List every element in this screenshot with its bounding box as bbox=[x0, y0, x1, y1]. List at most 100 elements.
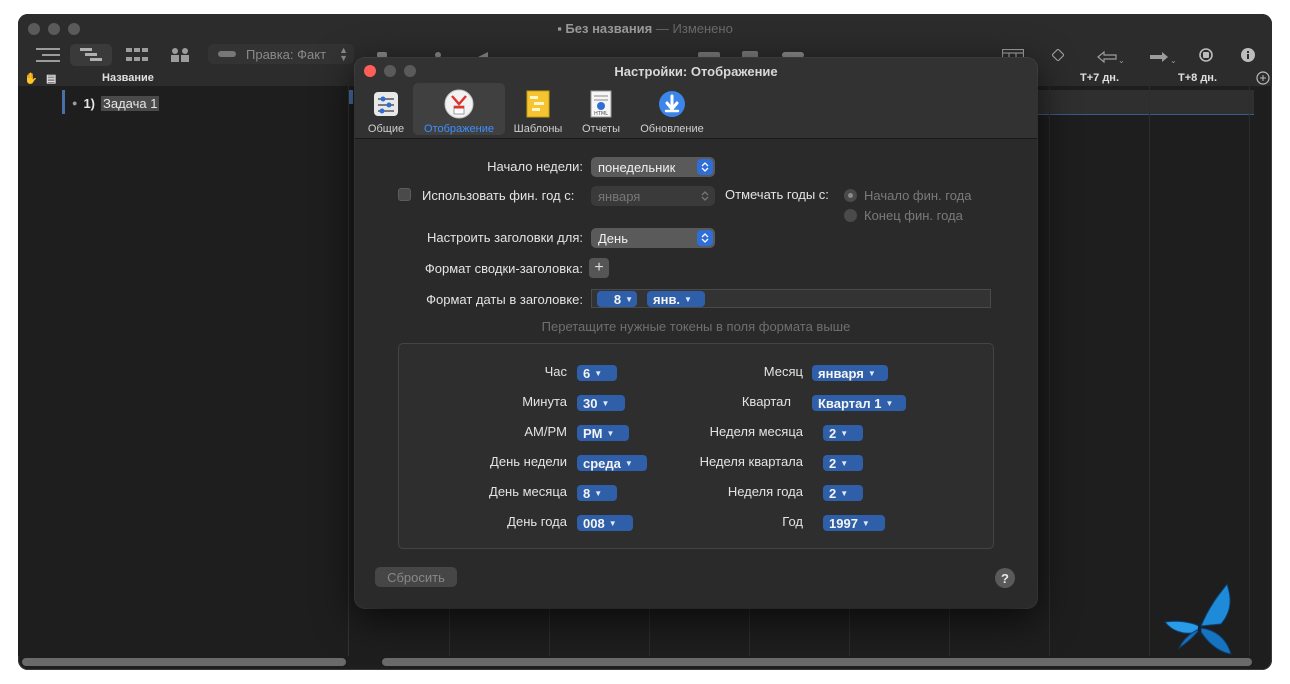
reset-button[interactable]: Сбросить bbox=[375, 567, 457, 587]
gantt-view-icon[interactable] bbox=[70, 44, 112, 66]
gantt-header-day-8: T+8 дн. bbox=[1178, 72, 1217, 84]
outline-view-icon[interactable] bbox=[32, 44, 64, 66]
row-bullet-icon: ● bbox=[72, 98, 78, 108]
token-label-month: Месяц bbox=[763, 364, 803, 379]
window-status: Изменено bbox=[672, 21, 733, 36]
row-selection-bar bbox=[62, 90, 65, 114]
popup-arrows-icon bbox=[697, 159, 713, 175]
date-format-token-day[interactable]: 8 ▼ bbox=[597, 291, 637, 307]
fiscal-year-checkbox[interactable] bbox=[398, 188, 411, 201]
row-highlight bbox=[1035, 90, 1254, 115]
help-button[interactable]: ? bbox=[995, 568, 1015, 588]
tab-update[interactable]: Обновление bbox=[635, 83, 709, 135]
chevron-down-icon: ▼ bbox=[861, 518, 870, 528]
network-view-icon[interactable] bbox=[118, 44, 156, 66]
week-start-popup[interactable]: понедельник bbox=[591, 157, 715, 177]
token-hour[interactable]: 6 ▼ bbox=[577, 365, 617, 381]
chevron-down-icon: ▼ bbox=[840, 458, 849, 468]
outline-scrollbar[interactable] bbox=[22, 658, 346, 666]
token-label-weekday: День недели bbox=[490, 454, 567, 469]
token-minute[interactable]: 30 ▼ bbox=[577, 395, 625, 411]
token-label-ampm: AM/PM bbox=[524, 424, 567, 439]
edit-mode-icon bbox=[218, 51, 236, 57]
svg-text:⌄: ⌄ bbox=[1118, 56, 1124, 63]
token-label-quarter: Квартал bbox=[741, 394, 791, 409]
outdent-icon[interactable]: ⌄ bbox=[1094, 44, 1126, 66]
tab-display[interactable]: Отображение bbox=[413, 83, 505, 135]
popup-arrows-icon bbox=[697, 230, 713, 246]
date-format-token-month[interactable]: янв. ▼ bbox=[647, 291, 705, 307]
drag-handle-icon: ✋ bbox=[24, 73, 38, 85]
window-title: ▪ Без названия — Изменено bbox=[557, 21, 733, 36]
token-label-week-of-month: Неделя месяца bbox=[709, 424, 803, 439]
fiscal-start-radio[interactable] bbox=[844, 189, 857, 202]
zoom-in-icon[interactable] bbox=[1256, 71, 1270, 85]
dialog-title: Настройки: Отображение bbox=[614, 64, 778, 79]
popup-arrows-icon bbox=[697, 188, 713, 204]
preferences-dialog: Настройки: Отображение Общие Отображение… bbox=[355, 58, 1037, 608]
token-week-of-month[interactable]: 2 ▼ bbox=[823, 425, 863, 441]
token-label-hour: Час bbox=[544, 364, 567, 379]
chevron-down-icon: ▼ bbox=[684, 294, 692, 304]
info-icon[interactable] bbox=[1238, 44, 1258, 66]
chevron-down-icon: ▼ bbox=[840, 428, 849, 438]
gantt-scrollbar[interactable] bbox=[382, 658, 1252, 666]
chevron-down-icon: ▼ bbox=[606, 428, 615, 438]
chevron-down-icon: ▼ bbox=[594, 488, 603, 498]
table-row[interactable]: ● 1) Задача 1 bbox=[72, 94, 160, 112]
chevron-down-icon: ▼ bbox=[840, 488, 849, 498]
task-name[interactable]: Задача 1 bbox=[101, 95, 160, 111]
headers-for-popup[interactable]: День bbox=[591, 228, 715, 248]
tab-general[interactable]: Общие bbox=[359, 83, 413, 135]
templates-icon bbox=[523, 89, 553, 119]
token-palette: Час 6 ▼ Минута 30 ▼ AM/PM PM ▼ День недели … bbox=[398, 343, 994, 549]
fiscal-end-label[interactable]: Конец фин. года bbox=[864, 208, 963, 223]
resources-view-icon[interactable] bbox=[164, 44, 196, 66]
hand-tool-icon[interactable] bbox=[1196, 44, 1216, 66]
milestone-diamond-icon[interactable] bbox=[1048, 44, 1068, 66]
chevron-down-icon: ▼ bbox=[601, 398, 610, 408]
svg-text:HTML: HTML bbox=[594, 111, 608, 117]
indent-icon[interactable]: ⌄ bbox=[1146, 44, 1178, 66]
token-week-of-year[interactable]: 2 ▼ bbox=[823, 485, 863, 501]
token-label-minute: Минута bbox=[522, 394, 567, 409]
general-settings-icon bbox=[371, 89, 401, 119]
token-day-of-year[interactable]: 008 ▼ bbox=[577, 515, 633, 531]
token-ampm[interactable]: PM ▼ bbox=[577, 425, 629, 441]
update-download-icon bbox=[657, 89, 687, 119]
tab-reports[interactable]: HTML Отчеты bbox=[575, 83, 627, 135]
fiscal-year-label[interactable]: Использовать фин. год с: bbox=[422, 188, 574, 203]
task-bar-stub[interactable] bbox=[349, 90, 353, 104]
token-label-week-of-quarter: Неделя квартала bbox=[699, 454, 803, 469]
fiscal-end-radio[interactable] bbox=[844, 209, 857, 222]
chevron-down-icon: ▼ bbox=[624, 458, 633, 468]
chevron-down-icon: ▼ bbox=[594, 368, 603, 378]
tab-templates[interactable]: Шаблоны bbox=[507, 83, 569, 135]
butterfly-logo bbox=[1161, 582, 1241, 665]
fiscal-start-label[interactable]: Начало фин. года bbox=[864, 188, 972, 203]
drag-hint: Перетащите нужные токены в поля формата … bbox=[541, 319, 851, 334]
gantt-header-day-7: T+7 дн. bbox=[1080, 72, 1119, 84]
notes-column-icon: ▤ bbox=[46, 73, 57, 85]
token-quarter[interactable]: Квартал 1 ▼ bbox=[812, 395, 906, 411]
add-summary-format-button[interactable]: + bbox=[589, 258, 609, 278]
token-day-of-month[interactable]: 8 ▼ bbox=[577, 485, 617, 501]
dialog-toolbar: Настройки: Отображение Общие Отображение… bbox=[355, 58, 1037, 139]
svg-text:⌄: ⌄ bbox=[1170, 56, 1176, 63]
token-week-of-quarter[interactable]: 2 ▼ bbox=[823, 455, 863, 471]
token-label-day-of-month: День месяца bbox=[489, 484, 567, 499]
popup-arrows-icon: ▲ ▼ bbox=[339, 45, 348, 63]
summary-format-label: Формат сводки-заголовка: bbox=[424, 261, 583, 276]
outline-column-header[interactable]: Название bbox=[102, 72, 154, 86]
token-month[interactable]: января ▼ bbox=[812, 365, 888, 381]
task-number: 1) bbox=[83, 95, 95, 111]
fiscal-month-popup[interactable]: января bbox=[591, 186, 715, 206]
headers-for-label: Настроить заголовки для: bbox=[427, 230, 583, 245]
token-year[interactable]: 1997 ▼ bbox=[823, 515, 885, 531]
edit-mode-popup[interactable]: Правка: Факт ▲ ▼ bbox=[208, 44, 354, 64]
date-format-label: Формат даты в заголовке: bbox=[426, 292, 583, 307]
token-label-week-of-year: Неделя года bbox=[727, 484, 803, 499]
mark-years-label: Отмечать годы с: bbox=[725, 187, 829, 202]
token-weekday[interactable]: среда ▼ bbox=[577, 455, 647, 471]
chevron-down-icon: ▼ bbox=[885, 398, 894, 408]
